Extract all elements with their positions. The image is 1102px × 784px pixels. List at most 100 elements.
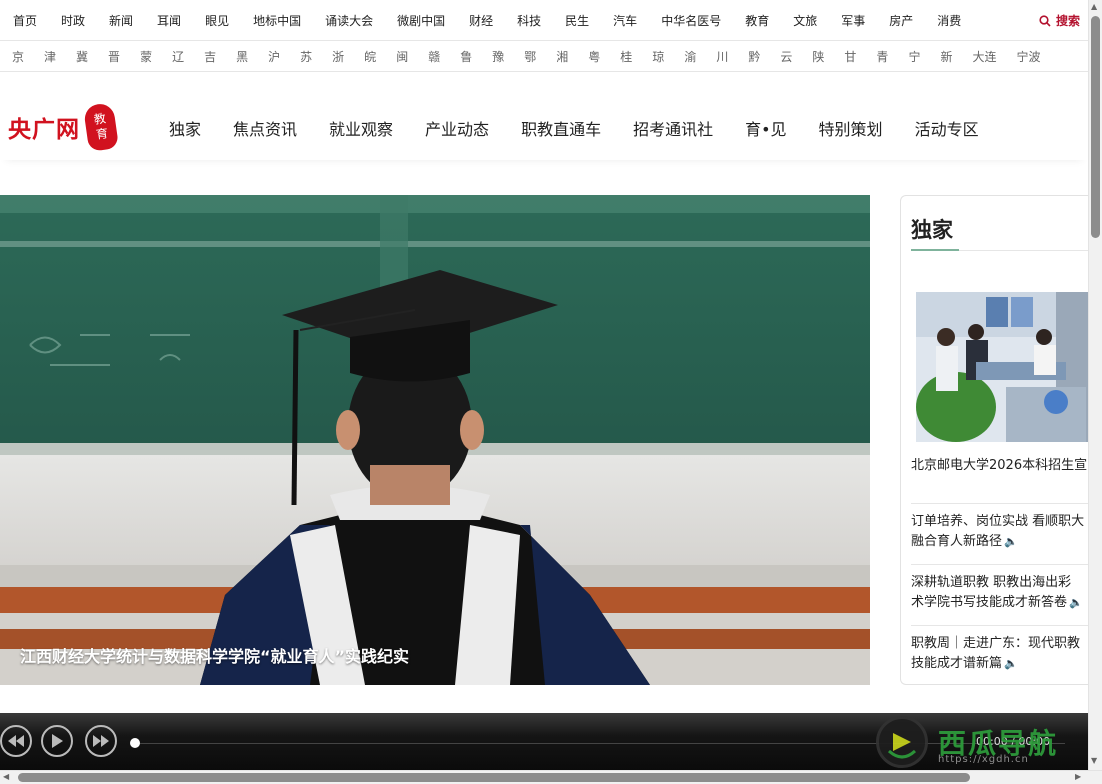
province-link[interactable]: 云 bbox=[780, 48, 792, 65]
top-link[interactable]: 耳闻 bbox=[157, 12, 181, 29]
main-nav-item[interactable]: 职教直通车 bbox=[521, 116, 601, 140]
news-list-item[interactable]: 职教周｜走进广东：现代职教 技能成才谱新篇 🔈 bbox=[911, 625, 1090, 674]
top-link[interactable]: 时政 bbox=[61, 12, 85, 29]
top-link[interactable]: 地标中国 bbox=[253, 12, 301, 29]
province-link[interactable]: 闽 bbox=[396, 48, 408, 65]
top-link[interactable]: 中华名医号 bbox=[661, 12, 721, 29]
province-link[interactable]: 湘 bbox=[556, 48, 568, 65]
top-link[interactable]: 文旅 bbox=[793, 12, 817, 29]
province-link[interactable]: 陕 bbox=[812, 48, 824, 65]
hero-caption[interactable]: 江西财经大学统计与数据科学学院“就业育人”实践纪实 bbox=[20, 643, 409, 667]
main-header: 央广网 教 育 独家 焦点资讯 就业观察 产业动态 职教直通车 招考通讯社 育•见 特别策划 活… bbox=[0, 92, 1088, 160]
top-link[interactable]: 新闻 bbox=[109, 12, 133, 29]
rewind-icon bbox=[8, 735, 24, 747]
featured-thumbnail[interactable] bbox=[916, 292, 1088, 442]
province-link[interactable]: 粤 bbox=[588, 48, 600, 65]
top-link[interactable]: 消费 bbox=[937, 12, 961, 29]
speaker-icon[interactable]: 🔈 bbox=[1004, 657, 1018, 670]
news-list-item[interactable]: 深耕轨道职教 职教出海出彩 术学院书写技能成才新答卷 🔈 bbox=[911, 564, 1090, 613]
panel-title: 独家 bbox=[911, 218, 953, 242]
news-title-line: 技能成才谱新篇 🔈 bbox=[911, 656, 1018, 671]
speaker-icon[interactable]: 🔈 bbox=[1004, 535, 1018, 548]
province-link[interactable]: 京 bbox=[12, 48, 24, 65]
search-button[interactable]: 搜索 bbox=[1039, 12, 1080, 29]
education-seal-logo: 教 育 bbox=[82, 102, 120, 152]
top-link[interactable]: 财经 bbox=[469, 12, 493, 29]
watermark: 西瓜导航 https://xgdh.cn bbox=[876, 716, 1058, 768]
top-link[interactable]: 军事 bbox=[841, 12, 865, 29]
main-nav-item[interactable]: 焦点资讯 bbox=[233, 116, 297, 140]
province-link[interactable]: 甘 bbox=[844, 48, 856, 65]
province-link[interactable]: 辽 bbox=[172, 48, 184, 65]
top-link[interactable]: 汽车 bbox=[613, 12, 637, 29]
main-nav-item[interactable]: 招考通讯社 bbox=[633, 116, 713, 140]
province-link[interactable]: 琼 bbox=[652, 48, 664, 65]
province-link[interactable]: 沪 bbox=[268, 48, 280, 65]
province-link[interactable]: 冀 bbox=[76, 48, 88, 65]
province-link[interactable]: 黑 bbox=[236, 48, 248, 65]
main-nav-item[interactable]: 独家 bbox=[169, 116, 201, 140]
scroll-up-icon[interactable]: ▲ bbox=[1091, 2, 1097, 11]
top-link[interactable]: 首页 bbox=[13, 12, 37, 29]
top-link[interactable]: 眼见 bbox=[205, 12, 229, 29]
site-logo[interactable]: 央广网 教 育 bbox=[8, 102, 120, 152]
province-link[interactable]: 青 bbox=[876, 48, 888, 65]
province-link[interactable]: 黔 bbox=[748, 48, 760, 65]
scroll-down-icon[interactable]: ▼ bbox=[1091, 756, 1097, 765]
top-link[interactable]: 民生 bbox=[565, 12, 589, 29]
province-link[interactable]: 桂 bbox=[620, 48, 632, 65]
fast-forward-button[interactable] bbox=[85, 725, 117, 757]
exclusive-panel: 独家 北京邮电大学2026本科招生宣 订单培养、岗位实战 看顺职大 融合育人新路径… bbox=[900, 195, 1090, 685]
news-title-line: 术学院书写技能成才新答卷 🔈 bbox=[911, 595, 1083, 610]
province-link[interactable]: 蒙 bbox=[140, 48, 152, 65]
rewind-button[interactable] bbox=[0, 725, 32, 757]
featured-title[interactable]: 北京邮电大学2026本科招生宣 bbox=[911, 454, 1087, 473]
main-nav-item[interactable]: 育•见 bbox=[745, 116, 786, 140]
province-link[interactable]: 皖 bbox=[364, 48, 376, 65]
top-link[interactable]: 教育 bbox=[745, 12, 769, 29]
news-list-item[interactable]: 订单培养、岗位实战 看顺职大 融合育人新路径 🔈 bbox=[911, 503, 1090, 552]
top-link[interactable]: 科技 bbox=[517, 12, 541, 29]
province-link[interactable]: 晋 bbox=[108, 48, 120, 65]
province-link[interactable]: 津 bbox=[44, 48, 56, 65]
province-link[interactable]: 大连 bbox=[972, 48, 996, 65]
province-link[interactable]: 苏 bbox=[300, 48, 312, 65]
province-link[interactable]: 宁波 bbox=[1016, 48, 1040, 65]
province-link[interactable]: 渝 bbox=[684, 48, 696, 65]
province-link[interactable]: 鄂 bbox=[524, 48, 536, 65]
play-icon bbox=[52, 734, 63, 748]
vertical-scroll-thumb[interactable] bbox=[1091, 16, 1100, 238]
top-link[interactable]: 房产 bbox=[889, 12, 913, 29]
scroll-left-icon[interactable]: ◀ bbox=[3, 772, 9, 781]
speaker-icon[interactable]: 🔈 bbox=[1069, 596, 1083, 609]
logo-text: 央广网 bbox=[8, 116, 80, 143]
hero-slide[interactable]: 江西财经大学统计与数据科学学院“就业育人”实践纪实 bbox=[0, 195, 870, 685]
horizontal-scrollbar[interactable]: ◀ ▶ bbox=[0, 770, 1102, 784]
vertical-scrollbar[interactable]: ▲ ▼ bbox=[1088, 0, 1102, 770]
province-link[interactable]: 浙 bbox=[332, 48, 344, 65]
province-link[interactable]: 宁 bbox=[908, 48, 920, 65]
province-link[interactable]: 新 bbox=[940, 48, 952, 65]
progress-handle[interactable] bbox=[130, 738, 140, 748]
main-nav-item[interactable]: 就业观察 bbox=[329, 116, 393, 140]
province-link[interactable]: 鲁 bbox=[460, 48, 472, 65]
scroll-right-icon[interactable]: ▶ bbox=[1075, 772, 1081, 781]
main-nav-item[interactable]: 活动专区 bbox=[915, 116, 979, 140]
top-link[interactable]: 微剧中国 bbox=[397, 12, 445, 29]
hero-image bbox=[0, 195, 870, 685]
horizontal-scroll-thumb[interactable] bbox=[18, 773, 970, 782]
province-link[interactable]: 吉 bbox=[204, 48, 216, 65]
main-nav-item[interactable]: 产业动态 bbox=[425, 116, 489, 140]
news-title-line: 职教周｜走进广东：现代职教 bbox=[911, 636, 1081, 651]
province-link[interactable]: 川 bbox=[716, 48, 728, 65]
play-button[interactable] bbox=[41, 725, 73, 757]
panel-divider bbox=[959, 250, 1090, 251]
main-nav-item[interactable]: 特别策划 bbox=[819, 116, 883, 140]
top-link[interactable]: 诵读大会 bbox=[325, 12, 373, 29]
watermark-logo-icon bbox=[876, 716, 928, 768]
top-channel-links: 首页 时政 新闻 耳闻 眼见 地标中国 诵读大会 微剧中国 财经 科技 民生 汽车 中华名医号 教育 文旅 军… bbox=[0, 12, 985, 29]
province-link[interactable]: 豫 bbox=[492, 48, 504, 65]
province-link[interactable]: 赣 bbox=[428, 48, 440, 65]
panel-title-underline bbox=[911, 249, 959, 251]
top-channel-bar: 首页 时政 新闻 耳闻 眼见 地标中国 诵读大会 微剧中国 财经 科技 民生 汽车 中华名医号 教育 文旅 军… bbox=[0, 0, 1088, 41]
